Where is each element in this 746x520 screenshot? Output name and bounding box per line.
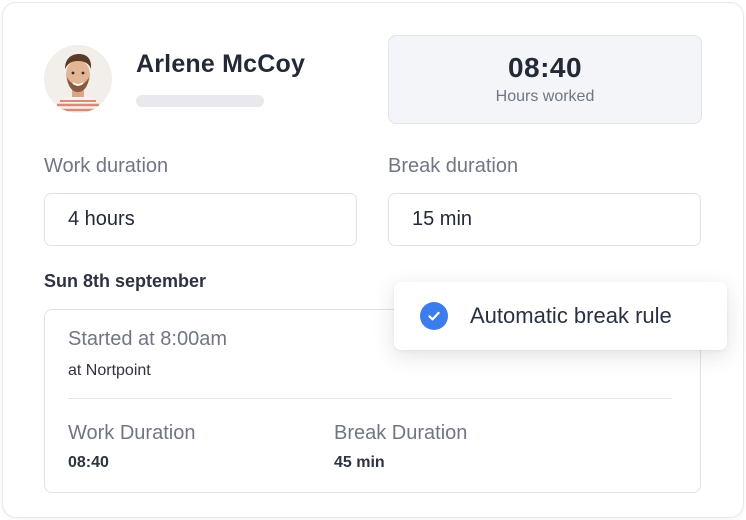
entry-break-duration-value: 45 min	[334, 454, 385, 471]
break-duration-field[interactable]: 15 min	[388, 193, 701, 246]
entry-start-time: Started at 8:00am	[68, 328, 227, 350]
name-placeholder-bar	[136, 95, 264, 107]
entry-date: Sun 8th september	[44, 271, 207, 291]
automatic-break-rule-label: Automatic break rule	[470, 303, 672, 328]
entry-location: at Nortpoint	[68, 362, 151, 379]
avatar	[44, 45, 112, 113]
hours-worked-value: 08:40	[507, 52, 583, 83]
user-name: Arlene McCoy	[136, 50, 306, 78]
entry-break-duration-label: Break Duration	[334, 422, 468, 444]
hours-worked-label: Hours worked	[495, 88, 595, 105]
check-icon[interactable]	[420, 302, 448, 330]
automatic-break-rule-toggle[interactable]: Automatic break rule	[394, 282, 727, 350]
hours-worked-box: 08:40 Hours worked	[388, 35, 702, 124]
entry-work-duration-label: Work Duration	[68, 422, 196, 444]
entry-divider	[68, 398, 672, 399]
break-duration-label: Break duration	[388, 155, 519, 177]
work-duration-field[interactable]: 4 hours	[44, 193, 357, 246]
entry-work-duration-value: 08:40	[68, 454, 109, 471]
work-duration-label: Work duration	[44, 155, 169, 177]
